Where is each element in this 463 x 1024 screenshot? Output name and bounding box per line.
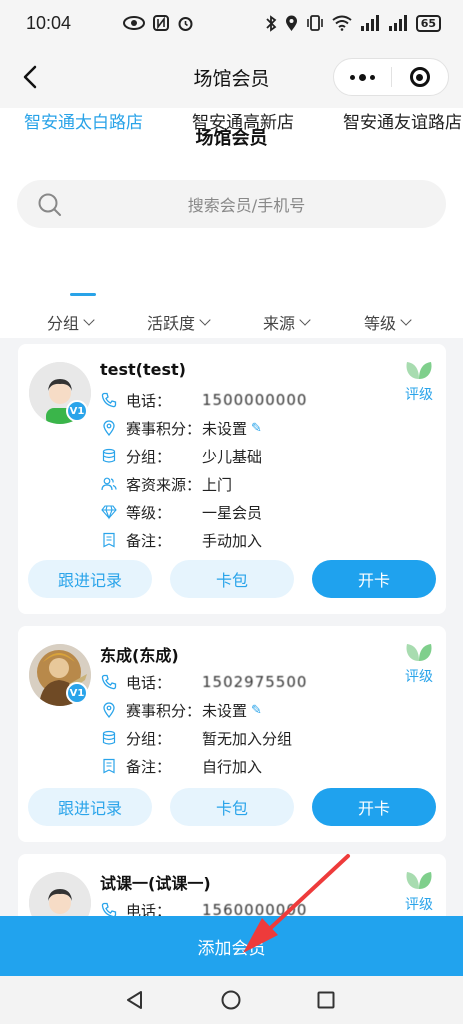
member-field-note: 备注： 自行加入 [100,752,307,780]
alarm-icon [178,16,193,31]
wifi-icon [332,15,352,31]
member-card[interactable]: V1 test(test) 评级 电话： 1500000000 赛事积分： 未设… [18,344,446,614]
eye-icon [123,16,146,30]
open-card-button[interactable]: 开卡 [312,560,436,598]
tab-store-youyi[interactable]: 智安通友谊路店 [343,108,462,133]
add-member-button[interactable]: 添加会员 [0,916,463,976]
users-icon [100,475,118,493]
signal-icon [360,15,379,31]
filter-group[interactable]: 分组 [47,310,95,334]
status-time: 10:04 [26,12,72,33]
member-field-source: 客资来源： 上门 [100,470,307,498]
diamond-icon [100,503,118,521]
chevron-down-icon [83,314,95,326]
vibrate-icon [306,15,323,31]
vip-level-badge: V1 [66,682,88,704]
member-field-phone: 电话： 1500000000 [100,386,307,414]
bluetooth-icon [266,14,277,32]
note-icon [100,531,118,549]
member-field-points: 赛事积分： 未设置 ✎ [100,696,307,724]
back-icon[interactable] [16,62,46,92]
rating-button[interactable]: 评级 [404,870,434,914]
phone-icon [100,391,118,409]
rating-button[interactable]: 评级 [404,642,434,686]
member-name: 试课一(试课一) [100,874,211,893]
note-icon [100,757,118,775]
leaf-icon [406,644,432,661]
close-miniprogram-icon[interactable] [391,67,448,87]
member-field-note: 备注： 手动加入 [100,526,307,554]
leaf-icon [406,872,432,889]
member-field-group: 分组： 少儿基础 [100,442,307,470]
nav-title: 场馆会员 [193,67,270,90]
search-icon [38,193,61,216]
nav-back-triangle-icon[interactable] [125,990,145,1010]
member-name: 东成(东成) [100,646,179,665]
system-nav-bar [0,976,463,1024]
phone-value: 1502975500 [202,673,308,691]
rating-label: 评级 [405,669,433,685]
follow-record-button[interactable]: 跟进记录 [28,788,152,826]
member-field-group: 分组： 暂无加入分组 [100,724,307,752]
filter-bar: 分组 活跃度 来源 等级 [0,304,463,338]
member-field-points: 赛事积分： 未设置 ✎ [100,414,307,442]
card-wallet-button[interactable]: 卡包 [170,560,294,598]
member-field-level: 等级： 一星会员 [100,498,307,526]
member-card[interactable]: V1 东成(东成) 评级 电话： 1502975500 赛事积分： 未设置 ✎ … [18,626,446,842]
nav-home-circle-icon[interactable] [221,990,241,1010]
card-wallet-button[interactable]: 卡包 [170,788,294,826]
chevron-down-icon [299,314,311,326]
filter-level[interactable]: 等级 [364,310,412,334]
member-field-phone: 电话： 1502975500 [100,668,307,696]
rating-button[interactable]: 评级 [404,360,434,404]
phone-value: 1500000000 [202,391,308,409]
edit-pencil-icon[interactable]: ✎ [251,421,262,436]
battery-indicator: 65 [415,14,441,32]
more-icon[interactable] [334,73,391,81]
rating-label: 评级 [405,897,433,913]
filter-source[interactable]: 来源 [263,310,311,334]
filter-activity[interactable]: 活跃度 [147,310,211,334]
vip-level-badge: V1 [66,400,88,422]
active-tab-indicator [70,293,96,296]
location-pin-icon [100,419,118,437]
signal-icon-2 [388,15,407,31]
member-name: test(test) [100,360,186,379]
nav-recents-square-icon[interactable] [317,991,335,1009]
edit-pencil-icon[interactable]: ✎ [251,703,262,718]
chevron-down-icon [199,314,211,326]
leaf-icon [406,362,432,379]
phone-icon [100,673,118,691]
search-input[interactable]: 搜索会员/手机号 [17,180,446,228]
status-bar: 10:04 65 [0,0,463,46]
tab-store-taibai[interactable]: 智安通太白路店 [24,108,143,133]
database-icon [100,729,118,747]
follow-record-button[interactable]: 跟进记录 [28,560,152,598]
open-card-button[interactable]: 开卡 [312,788,436,826]
search-placeholder: 搜索会员/手机号 [187,196,306,215]
nfc-icon [153,15,170,31]
header-area: 场馆会员 搜索会员/手机号 智安通太白路店 智安通高新店 智安通友谊路店 [0,108,463,304]
rating-label: 评级 [405,387,433,403]
database-icon [100,447,118,465]
tab-store-gaoxin[interactable]: 智安通高新店 [192,108,294,133]
app-screen: 10:04 65 场馆会员 场馆会员 搜索会员/手机号 智安通太白路店 智安通高… [0,0,463,1024]
chevron-down-icon [400,314,412,326]
location-icon [285,15,297,31]
nav-bar: 场馆会员 [0,46,463,108]
miniprogram-capsule [333,58,449,96]
location-pin-icon [100,701,118,719]
